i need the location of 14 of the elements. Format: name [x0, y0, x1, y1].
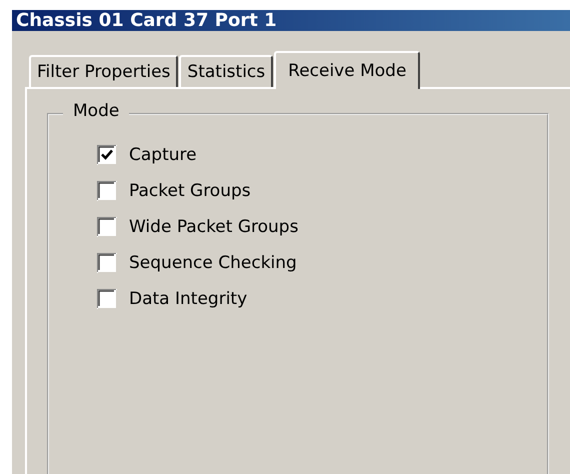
checkbox-option[interactable]: Capture [97, 145, 547, 165]
checkbox-option[interactable]: Packet Groups [97, 181, 547, 201]
checkbox-option[interactable]: Data Integrity [97, 289, 547, 309]
checkbox[interactable] [97, 181, 117, 201]
checkbox[interactable] [97, 145, 117, 165]
checkbox-option[interactable]: Sequence Checking [97, 253, 547, 273]
checkbox[interactable] [97, 289, 117, 309]
checkbox-option[interactable]: Wide Packet Groups [97, 217, 547, 237]
tab[interactable]: Receive Mode [274, 51, 420, 89]
tab[interactable]: Statistics [179, 55, 274, 87]
checkbox[interactable] [97, 217, 117, 237]
checkbox[interactable] [97, 253, 117, 273]
window-title: Chassis 01 Card 37 Port 1 [12, 10, 570, 31]
tab[interactable]: Filter Properties [29, 55, 178, 87]
